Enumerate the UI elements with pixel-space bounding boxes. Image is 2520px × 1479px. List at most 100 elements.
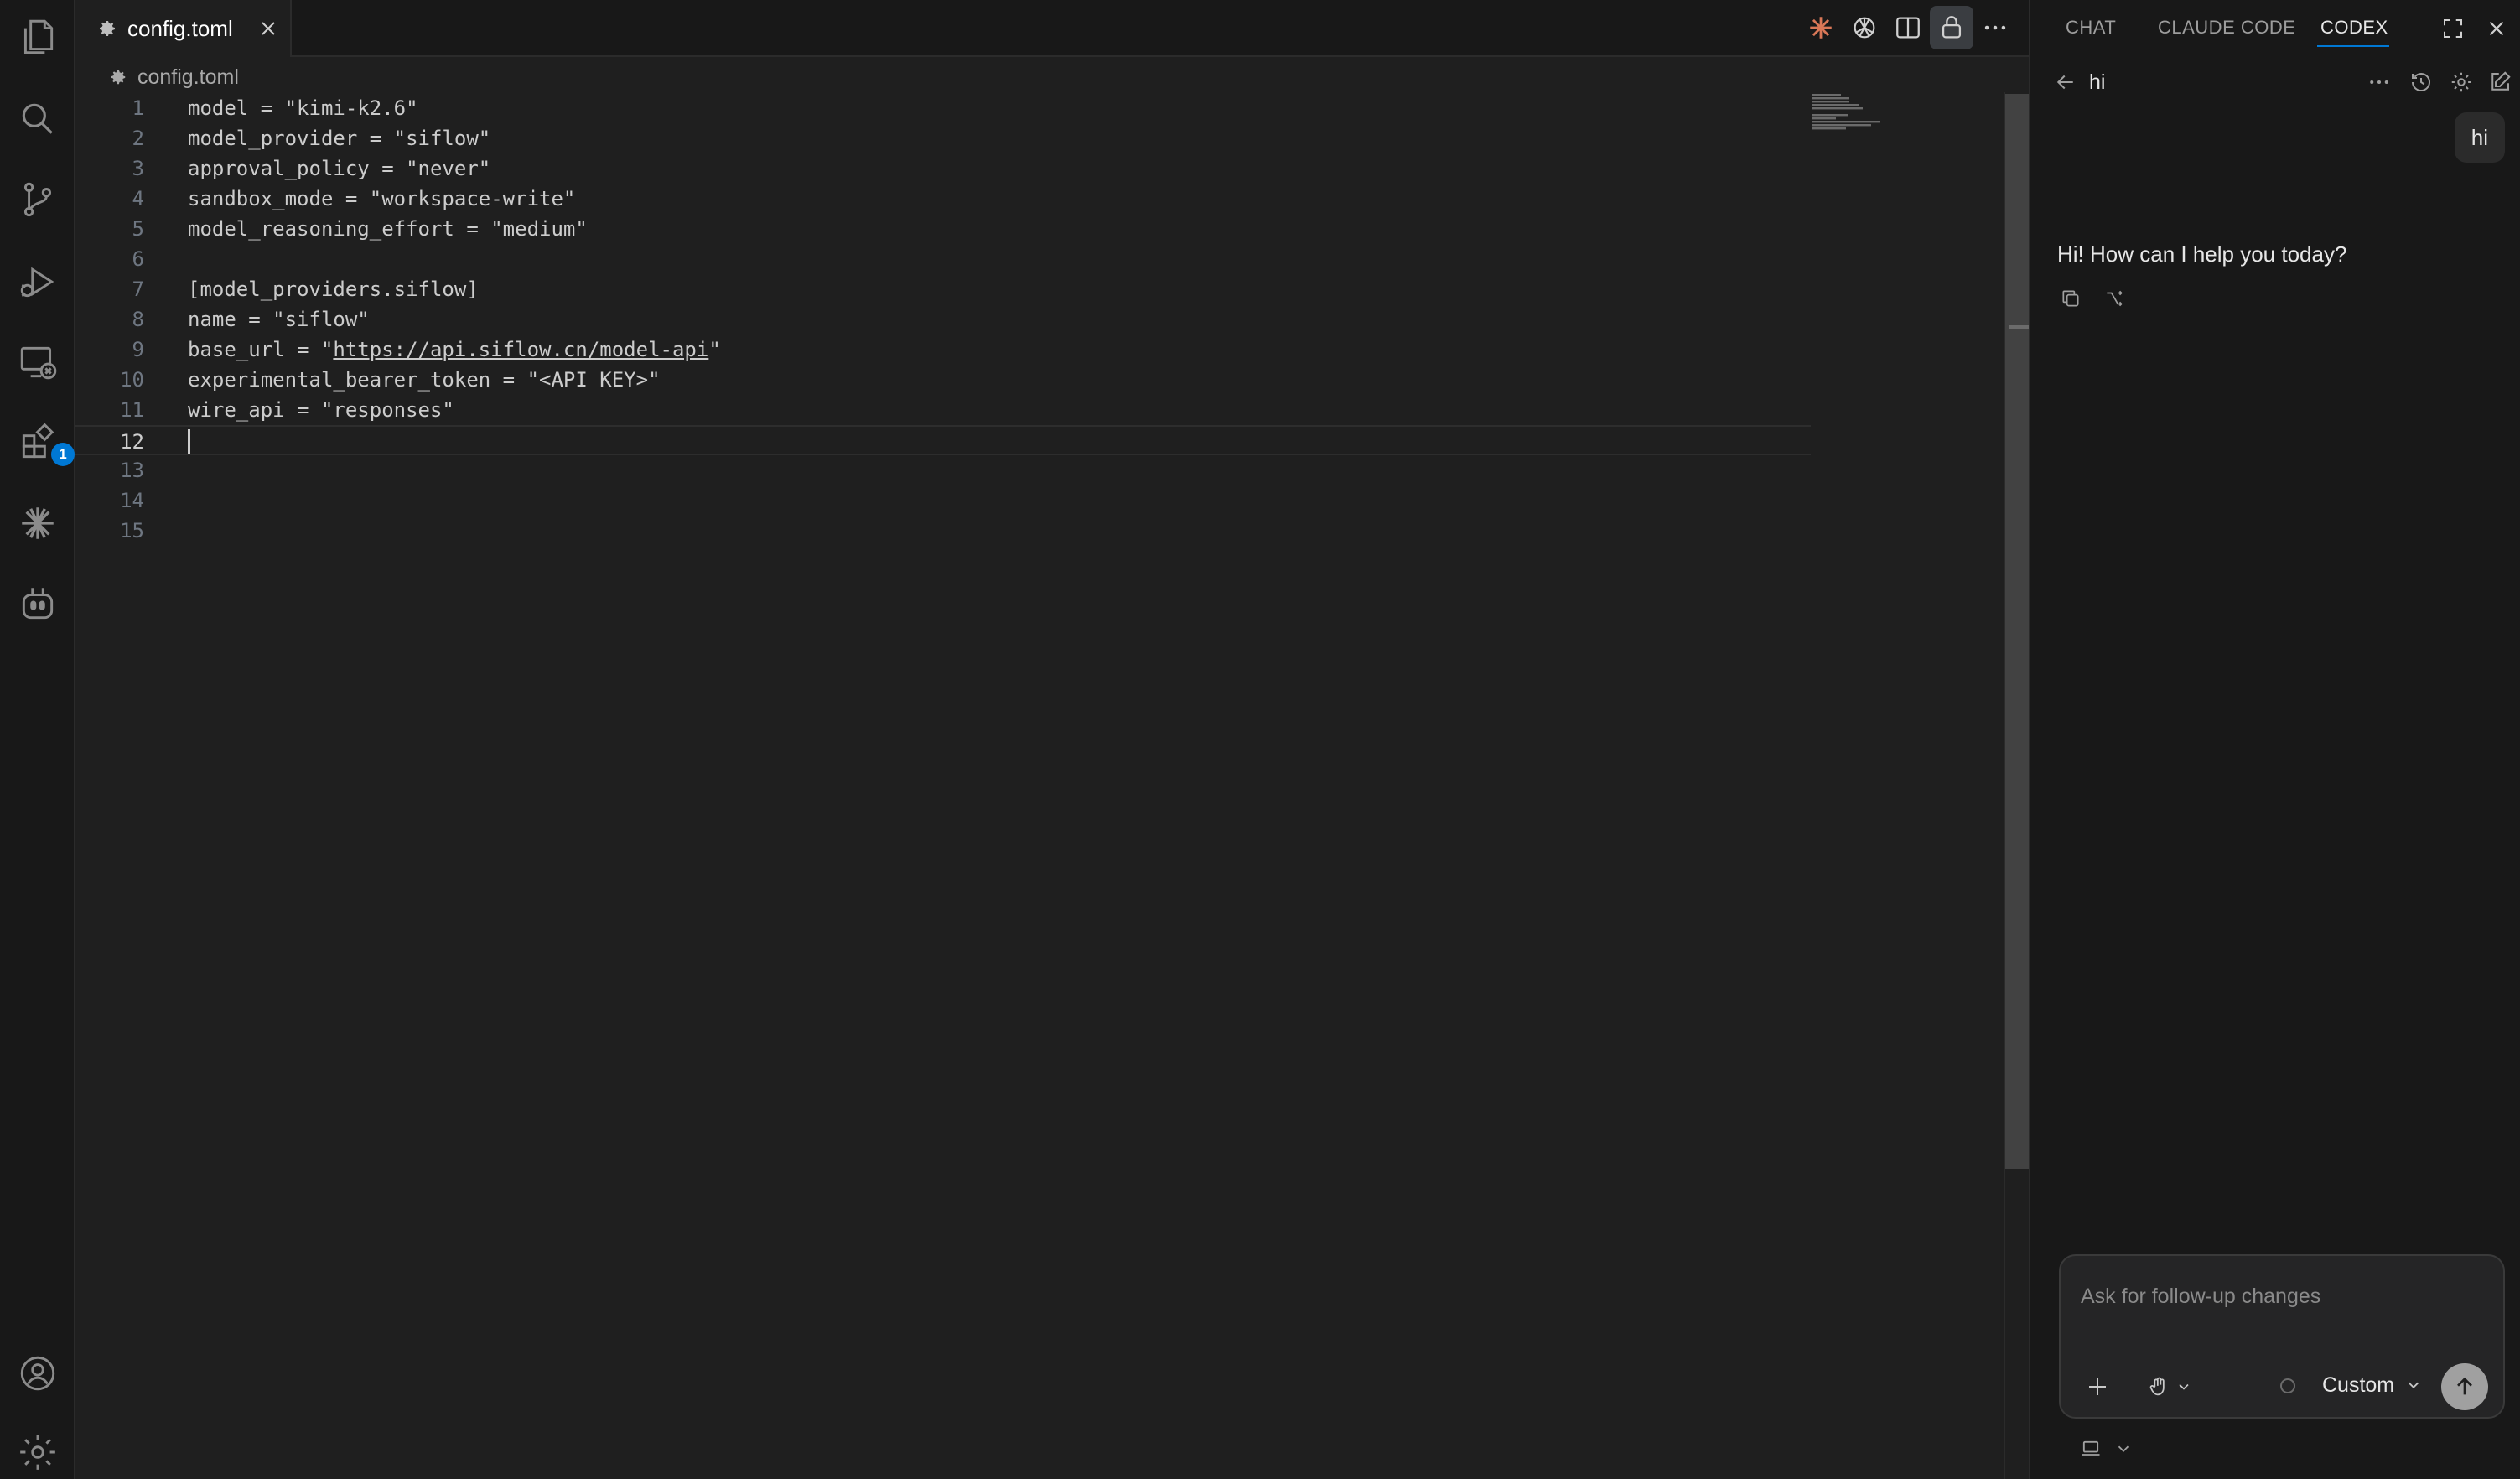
code-line[interactable]: 6 (75, 244, 1811, 274)
code-line[interactable]: 4 sandbox_mode = "workspace-write" (75, 184, 1811, 214)
code-line[interactable]: 7 [model_providers.siflow] (75, 274, 1811, 304)
active-tab-indicator (2317, 45, 2389, 47)
send-button[interactable] (2441, 1363, 2488, 1410)
code-line[interactable]: 1 model = "kimi-k2.6" (75, 93, 1811, 123)
breadcrumb-file: config.toml (137, 65, 239, 89)
back-button[interactable] (2049, 65, 2082, 99)
code-line[interactable]: 3 approval_policy = "never" (75, 153, 1811, 184)
line-number: 1 (132, 96, 144, 120)
run-debug-icon[interactable] (13, 257, 63, 307)
tab-claude-code[interactable]: CLAUDE CODE (2158, 17, 2295, 39)
split-editor-button[interactable] (1886, 6, 1930, 49)
lock-button[interactable] (1930, 6, 1973, 49)
cursor-position-marker (2009, 325, 2029, 329)
extensions-icon[interactable]: 1 (13, 418, 75, 468)
editor-tab-bar: config.toml (75, 0, 2029, 57)
code-line[interactable]: 2 model_provider = "siflow" (75, 123, 1811, 153)
search-icon[interactable] (13, 94, 63, 144)
gear-icon (100, 21, 115, 36)
copy-icon[interactable] (2057, 285, 2084, 312)
context-usage-indicator (2275, 1373, 2300, 1399)
more-actions-button[interactable] (1973, 6, 2017, 49)
copilot-icon[interactable] (13, 579, 63, 629)
line-text: approval_policy = "never" (188, 157, 491, 180)
history-button[interactable] (2404, 65, 2438, 99)
model-select[interactable]: Custom (2322, 1368, 2423, 1402)
user-message: hi (2454, 112, 2505, 163)
maximize-panel-button[interactable] (2436, 12, 2470, 45)
compose-icon (2491, 71, 2511, 91)
line-text: model = "kimi-k2.6" (188, 96, 418, 120)
more-icon (2370, 80, 2388, 84)
assistant-message: Hi! How can I help you today? (2057, 241, 2347, 267)
code-line[interactable]: 8 name = "siflow" (75, 304, 1811, 335)
breadcrumb[interactable]: config.toml (109, 59, 239, 96)
claude-icon[interactable] (13, 498, 63, 548)
fork-icon[interactable] (2101, 285, 2128, 312)
line-number: 4 (132, 187, 144, 210)
openai-icon (1854, 17, 1875, 39)
chevron-down-icon (2408, 1382, 2419, 1389)
url-link[interactable]: https://api.siflow.cn/model-api (333, 338, 708, 361)
line-number: 15 (120, 519, 144, 542)
new-thread-button[interactable] (2483, 65, 2517, 99)
panel-settings-button[interactable] (2445, 65, 2478, 99)
approval-mode-button[interactable] (2138, 1370, 2201, 1404)
line-number: 12 (120, 430, 144, 454)
line-text: experimental_bearer_token = "<API KEY>" (188, 368, 661, 392)
explorer-icon[interactable] (13, 12, 63, 62)
line-text-suffix: " (708, 338, 721, 361)
settings-icon[interactable] (13, 1427, 63, 1477)
line-number: 5 (132, 217, 144, 241)
split-editor-icon (1896, 17, 1920, 39)
thread-header: hi (2030, 59, 2520, 106)
code-line[interactable]: 14 (75, 485, 1811, 516)
line-text: base_url = "https://api.siflow.cn/model-… (188, 335, 721, 365)
tab-chat[interactable]: CHAT (2066, 17, 2116, 39)
panel-tabs: CHAT CLAUDE CODE CODEX (2030, 0, 2520, 55)
source-control-icon[interactable] (13, 174, 63, 225)
code-line[interactable]: 13 (75, 455, 1811, 485)
code-line[interactable]: 15 (75, 516, 1811, 546)
code-editor[interactable]: 1 model = "kimi-k2.6" 2 model_provider = "s… (75, 93, 2004, 546)
line-number: 6 (132, 247, 144, 271)
gear-icon (2451, 72, 2471, 92)
tab-codex[interactable]: CODEX (2320, 17, 2388, 39)
code-line[interactable]: 9 base_url = "https://api.siflow.cn/model… (75, 335, 1811, 365)
claude-code-button[interactable] (1799, 6, 1843, 49)
thread-more-button[interactable] (2362, 65, 2396, 99)
code-line[interactable]: 10 experimental_bearer_token = "<API KEY>… (75, 365, 1811, 395)
extensions-badge: 1 (51, 443, 75, 466)
line-number: 9 (132, 338, 144, 361)
remote-explorer-icon[interactable] (13, 337, 63, 387)
editor-scrollbar-thumb[interactable] (2005, 94, 2029, 1169)
editor-area: config.toml config.toml 1 model = "kimi-k… (75, 0, 2029, 1479)
tab-config-toml[interactable]: config.toml (75, 0, 292, 57)
line-text: sandbox_mode = "workspace-write" (188, 187, 576, 210)
add-context-button[interactable] (2081, 1370, 2114, 1404)
chevron-down-icon (2179, 1383, 2189, 1390)
account-icon[interactable] (13, 1348, 63, 1399)
line-number: 2 (132, 127, 144, 150)
activity-bar: 1 (0, 0, 75, 1479)
line-number: 8 (132, 308, 144, 331)
close-icon[interactable] (257, 17, 280, 40)
openai-button[interactable] (1843, 6, 1886, 49)
close-panel-button[interactable] (2480, 12, 2513, 45)
line-text: [model_providers.siflow] (188, 278, 479, 301)
code-line[interactable]: 5 model_reasoning_effort = "medium" (75, 214, 1811, 244)
arrow-left-icon (2056, 75, 2073, 90)
line-text-prefix: base_url = " (188, 338, 334, 361)
follow-up-input[interactable] (2081, 1279, 2483, 1313)
message-actions (2057, 285, 2128, 312)
composer: Custom (2059, 1254, 2505, 1419)
thread-title: hi (2089, 70, 2106, 94)
code-line[interactable]: 12 (75, 425, 1811, 455)
laptop-icon (2082, 1440, 2100, 1456)
text-cursor (188, 429, 190, 454)
minimap[interactable] (1809, 92, 1977, 143)
line-text: wire_api = "responses" (188, 398, 454, 422)
environment-select[interactable] (2079, 1437, 2133, 1461)
line-number: 13 (120, 459, 144, 482)
code-line[interactable]: 11 wire_api = "responses" (75, 395, 1811, 425)
